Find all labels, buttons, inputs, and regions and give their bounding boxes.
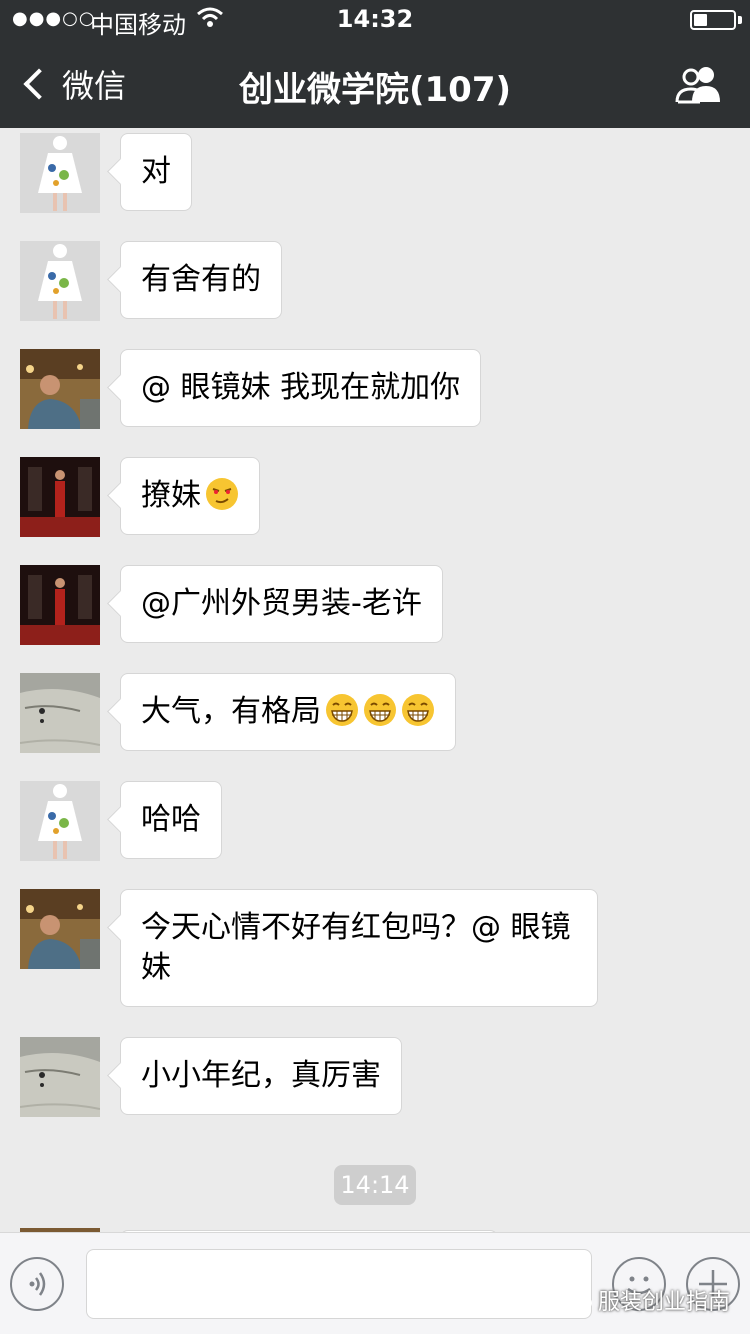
grin-emoji-icon [326, 694, 358, 726]
avatar[interactable] [20, 241, 100, 321]
avatar[interactable] [20, 565, 100, 645]
message-row: @广州外贸男装-老许 [20, 565, 443, 645]
wechat-icon [565, 1290, 592, 1310]
battery-level [694, 14, 708, 26]
chat-area[interactable]: 对 有舍有的 @ 眼镜妹 我现在就加你 撩妹 @广州外贸男装-老许 大气，有格局… [0, 128, 750, 1232]
message-text: 大气，有格局 [141, 694, 321, 729]
avatar[interactable] [20, 673, 100, 753]
status-time: 14:32 [336, 5, 414, 33]
message-row: 大气，有格局 [20, 673, 456, 753]
chat-title: 创业微学院(107) [238, 70, 512, 110]
message-bubble[interactable]: 哈哈 [120, 781, 222, 859]
grin-emoji-icon [364, 694, 396, 726]
avatar[interactable] [20, 349, 100, 429]
message-row: 撩妹 [20, 457, 260, 537]
message-text: 有舍有的 [141, 262, 261, 297]
members-icon[interactable] [674, 64, 726, 104]
avatar[interactable] [20, 457, 100, 537]
nav-bar: 微信 创业微学院(107) [0, 40, 750, 128]
battery-icon [690, 10, 736, 30]
message-bubble[interactable]: @广州外贸男装-老许 [120, 565, 443, 643]
message-input[interactable] [86, 1249, 592, 1319]
grin-emoji-icon [402, 694, 434, 726]
message-text: @广州外贸男装-老许 [141, 586, 422, 621]
message-text: 小小年纪，真厉害 [141, 1058, 381, 1093]
voice-icon[interactable] [10, 1257, 64, 1311]
avatar[interactable] [20, 1037, 100, 1117]
watermark: 服装创业指南 [565, 1284, 730, 1316]
message-text: 对 [141, 154, 171, 189]
message-bubble[interactable]: 对 [120, 133, 192, 211]
message-row: 哈哈 [20, 781, 222, 861]
smirk-emoji-icon [206, 478, 238, 510]
message-text: 撩妹 [141, 478, 201, 513]
message-row: 今天心情不好有红包吗？@ 眼镜妹 [20, 889, 598, 1007]
message-text: 今天心情不好有红包吗？@ 眼镜妹 [141, 910, 571, 985]
message-text: @ 眼镜妹 我现在就加你 [141, 370, 461, 405]
message-bubble[interactable]: 撩妹 [120, 457, 260, 535]
message-text: 哈哈 [141, 802, 201, 837]
avatar[interactable] [20, 889, 100, 969]
message-bubble[interactable]: 今天心情不好有红包吗？@ 眼镜妹 [120, 889, 598, 1007]
message-row: 小小年纪，真厉害 [20, 1037, 402, 1117]
message-row: 对 [20, 133, 192, 213]
status-bar: ●●●○○ 中国移动 14:32 [0, 0, 750, 40]
message-bubble[interactable]: 大气，有格局 [120, 673, 456, 751]
message-bubble[interactable]: 小小年纪，真厉害 [120, 1037, 402, 1115]
message-row: @ 眼镜妹 我现在就加你 [20, 349, 482, 429]
battery-tip [738, 16, 742, 24]
avatar[interactable] [20, 133, 100, 213]
time-divider: 14:14 [334, 1165, 416, 1205]
message-row: 有舍有的 [20, 241, 282, 321]
message-bubble[interactable]: @ 眼镜妹 我现在就加你 [120, 349, 482, 427]
message-bubble[interactable]: 有舍有的 [120, 241, 282, 319]
input-bar: 服装创业指南 [0, 1232, 750, 1334]
watermark-text: 服装创业指南 [597, 1290, 730, 1315]
avatar[interactable] [20, 781, 100, 861]
